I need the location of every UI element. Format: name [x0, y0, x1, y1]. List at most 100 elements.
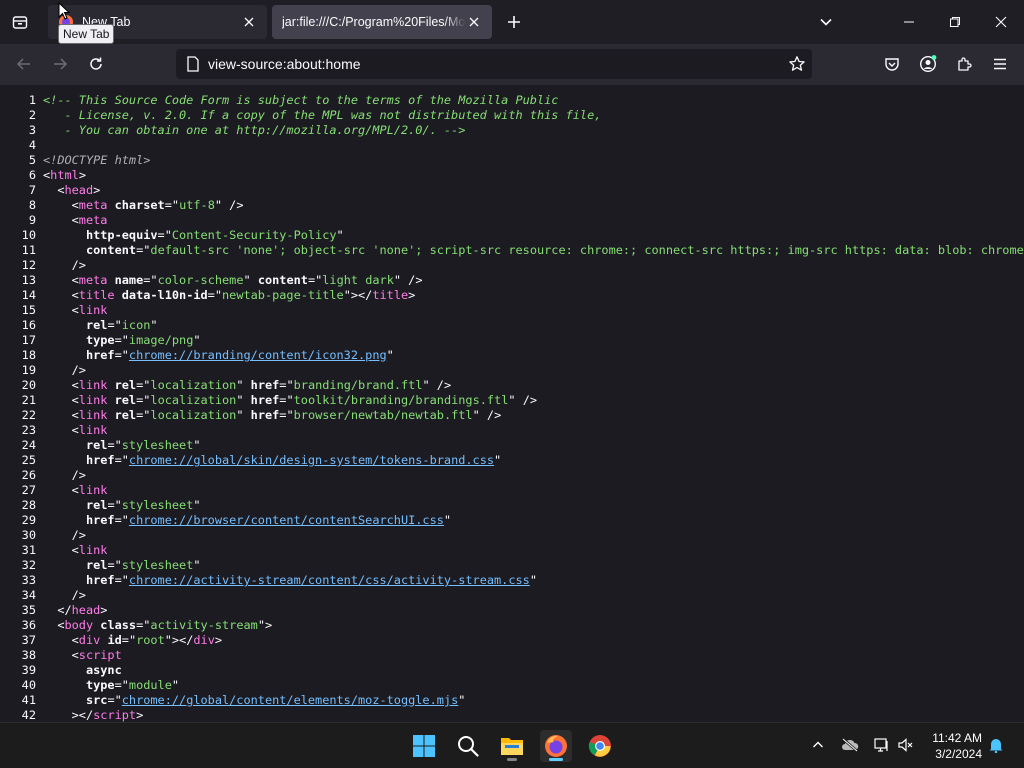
tab-strip: New Tab jar:file:///C:/Program%20Files/M…: [0, 0, 1024, 44]
source-token: >: [408, 288, 416, 302]
list-all-tabs-button[interactable]: [814, 10, 838, 34]
source-view: 1 <!-- This Source Code Form is subject t…: [0, 85, 1024, 722]
close-tab-icon[interactable]: [466, 14, 482, 30]
new-tab-button[interactable]: [502, 10, 526, 34]
chrome-icon: [588, 735, 611, 757]
line-number: 14: [21, 288, 36, 302]
source-token: [43, 318, 86, 332]
source-token: =": [114, 348, 129, 362]
firefox-view-button[interactable]: [8, 10, 32, 34]
source-line: 30 />: [0, 528, 1024, 543]
taskbar-search-button[interactable]: [452, 730, 484, 762]
account-button[interactable]: [916, 52, 940, 76]
url-text[interactable]: view-source:about:home: [208, 56, 361, 72]
source-token: />: [43, 363, 86, 377]
taskbar-chrome[interactable]: [584, 730, 616, 762]
line-number: 11: [21, 243, 36, 257]
extensions-button[interactable]: [952, 52, 976, 76]
source-token: [107, 198, 114, 212]
line-number: 12: [21, 258, 36, 272]
back-button[interactable]: [12, 52, 36, 76]
source-link[interactable]: chrome://global/skin/design-system/token…: [129, 453, 494, 467]
taskbar-file-explorer[interactable]: [496, 730, 528, 762]
source-token: [107, 378, 114, 392]
source-token: div: [193, 633, 215, 647]
tab-source[interactable]: jar:file:///C:/Program%20Files/Mozilla: [272, 5, 492, 39]
source-token: ": [458, 693, 466, 707]
line-number: 37: [21, 633, 36, 647]
show-hidden-icons-button[interactable]: [808, 735, 828, 755]
app-menu-button[interactable]: [988, 52, 1012, 76]
plus-icon: [508, 16, 520, 28]
source-link[interactable]: chrome://activity-stream/content/css/act…: [129, 573, 530, 587]
source-token: link: [78, 423, 108, 437]
windows-start-icon: [413, 735, 435, 757]
source-token: ": [243, 273, 258, 287]
source-token: ": [150, 318, 158, 332]
firefox-icon: [545, 735, 567, 757]
source-token: [43, 663, 86, 677]
source-token: "></: [343, 288, 373, 302]
source-token: [43, 693, 86, 707]
source-token: branding/brand.ftl: [293, 378, 423, 392]
bookmark-star-icon[interactable]: [788, 55, 806, 73]
taskbar-firefox[interactable]: [540, 730, 572, 762]
source-token: script: [78, 648, 122, 662]
source-token: id: [107, 633, 122, 647]
source-token: content: [257, 273, 308, 287]
source-token: newtab-page-title: [222, 288, 344, 302]
reload-button[interactable]: [84, 52, 108, 76]
source-token: "></: [164, 633, 194, 647]
line-number: 4: [28, 138, 36, 152]
source-token: light dark: [322, 273, 394, 287]
volume-status[interactable]: [896, 735, 916, 755]
source-token: link: [78, 543, 108, 557]
source-link[interactable]: chrome://global/content/elements/moz-tog…: [122, 693, 458, 707]
close-tab-icon[interactable]: [241, 14, 257, 30]
source-token: [43, 678, 86, 692]
reload-icon: [90, 57, 102, 70]
source-link[interactable]: chrome://branding/content/icon32.png: [129, 348, 387, 362]
source-line: 28 rel="stylesheet": [0, 498, 1024, 513]
source-token: async: [85, 663, 122, 677]
source-token: >: [78, 168, 86, 182]
line-number: 10: [21, 228, 36, 242]
source-token: <: [43, 618, 65, 632]
line-number: 1: [28, 93, 36, 107]
source-token: localization: [150, 408, 237, 422]
source-token: =": [307, 273, 323, 287]
source-token: content: [85, 243, 137, 257]
clock-time: 11:42 AM: [932, 731, 982, 745]
forward-button[interactable]: [48, 52, 72, 76]
source-token: stylesheet: [121, 558, 194, 572]
taskbar-clock[interactable]: 11:42 AM 3/2/2024: [932, 730, 982, 762]
notifications-button[interactable]: [986, 735, 1006, 755]
source-token: head: [64, 183, 94, 197]
close-window-button[interactable]: [978, 0, 1024, 44]
source-token: link: [78, 393, 108, 407]
restore-button[interactable]: [932, 0, 978, 44]
source-token: =": [136, 393, 151, 407]
source-line: 35 </head>: [0, 603, 1024, 618]
source-token: />: [43, 588, 86, 602]
source-token: [43, 498, 86, 512]
url-bar[interactable]: view-source:about:home: [176, 49, 812, 79]
windows-start-button[interactable]: [408, 730, 440, 762]
source-token: <: [43, 213, 79, 227]
source-line: 41 src="chrome://global/content/elements…: [0, 693, 1024, 708]
source-token: <: [43, 393, 79, 407]
pocket-button[interactable]: [880, 52, 904, 76]
line-number: 26: [21, 468, 36, 482]
source-token: " />: [508, 393, 538, 407]
source-token: <: [43, 648, 79, 662]
source-line: 37 <div id="root"></div>: [0, 633, 1024, 648]
onedrive-status[interactable]: [840, 735, 860, 755]
network-status[interactable]: [872, 735, 892, 755]
source-token: meta: [78, 213, 108, 227]
source-token: " />: [214, 198, 244, 212]
minimize-button[interactable]: [886, 0, 932, 44]
source-link[interactable]: chrome://browser/content/contentSearchUI…: [129, 513, 444, 527]
source-token: name: [114, 273, 144, 287]
source-token: title: [78, 288, 115, 302]
source-token: [43, 438, 86, 452]
